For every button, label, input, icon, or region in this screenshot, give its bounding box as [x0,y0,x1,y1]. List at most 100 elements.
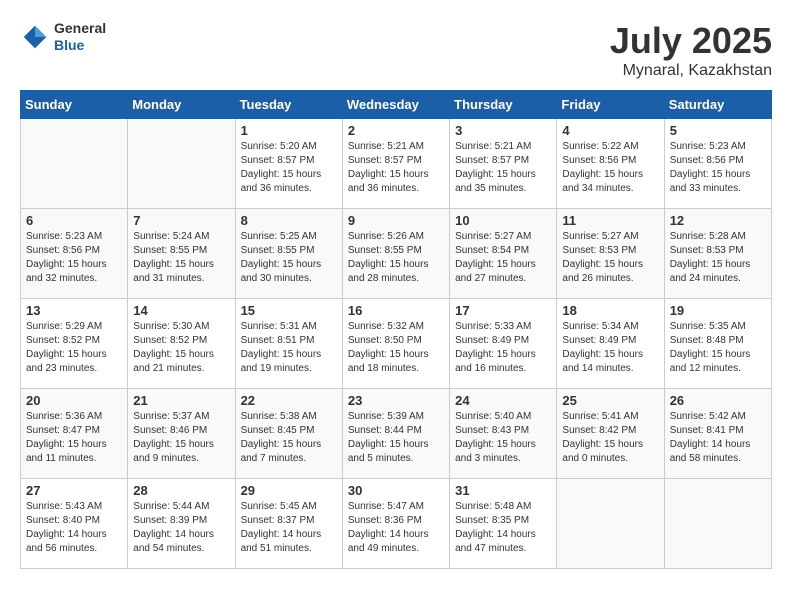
day-info: Sunrise: 5:27 AMSunset: 8:53 PMDaylight:… [562,230,658,286]
day-number: 28 [133,483,229,498]
day-of-week-header: Monday [128,91,235,119]
day-number: 25 [562,393,658,408]
calendar-week-row: 27 Sunrise: 5:43 AMSunset: 8:40 PMDayligh… [21,479,772,569]
calendar-day-cell: 11 Sunrise: 5:27 AMSunset: 8:53 PMDayligh… [557,209,664,299]
calendar-day-cell [21,119,128,209]
day-info: Sunrise: 5:45 AMSunset: 8:37 PMDaylight:… [241,500,337,556]
day-number: 13 [26,303,122,318]
day-info: Sunrise: 5:28 AMSunset: 8:53 PMDaylight:… [670,230,766,286]
calendar-day-cell: 4 Sunrise: 5:22 AMSunset: 8:56 PMDaylight… [557,119,664,209]
calendar-week-row: 13 Sunrise: 5:29 AMSunset: 8:52 PMDayligh… [21,299,772,389]
logo-general-text: General [54,20,106,37]
calendar-day-cell: 25 Sunrise: 5:41 AMSunset: 8:42 PMDayligh… [557,389,664,479]
calendar-day-cell: 30Sunrise: 5:47 AMSunset: 8:36 PMDayligh… [342,479,449,569]
day-number: 21 [133,393,229,408]
day-of-week-header: Thursday [450,91,557,119]
day-number: 9 [348,213,444,228]
calendar-day-cell: 20 Sunrise: 5:36 AMSunset: 8:47 PMDayligh… [21,389,128,479]
calendar-day-cell [128,119,235,209]
calendar-day-cell: 24 Sunrise: 5:40 AMSunset: 8:43 PMDayligh… [450,389,557,479]
calendar-day-cell: 1 Sunrise: 5:20 AMSunset: 8:57 PMDaylight… [235,119,342,209]
day-of-week-header: Tuesday [235,91,342,119]
day-number: 10 [455,213,551,228]
calendar-day-cell: 21 Sunrise: 5:37 AMSunset: 8:46 PMDayligh… [128,389,235,479]
day-info: Sunrise: 5:23 AMSunset: 8:56 PMDaylight:… [670,140,766,196]
logo-text: General Blue [54,20,106,54]
calendar-day-cell: 2 Sunrise: 5:21 AMSunset: 8:57 PMDaylight… [342,119,449,209]
day-number: 3 [455,123,551,138]
month-title: July 2025 [610,20,772,62]
day-info: Sunrise: 5:41 AMSunset: 8:42 PMDaylight:… [562,410,658,466]
calendar-week-row: 20 Sunrise: 5:36 AMSunset: 8:47 PMDayligh… [21,389,772,479]
day-info: Sunrise: 5:29 AMSunset: 8:52 PMDaylight:… [26,320,122,376]
calendar-day-cell: 10 Sunrise: 5:27 AMSunset: 8:54 PMDayligh… [450,209,557,299]
calendar-day-cell: 17Sunrise: 5:33 AMSunset: 8:49 PMDayligh… [450,299,557,389]
day-number: 8 [241,213,337,228]
calendar-day-cell: 31 Sunrise: 5:48 AMSunset: 8:35 PMDayligh… [450,479,557,569]
day-of-week-header: Wednesday [342,91,449,119]
day-info: Sunrise: 5:40 AMSunset: 8:43 PMDaylight:… [455,410,551,466]
day-info: Sunrise: 5:38 AMSunset: 8:45 PMDaylight:… [241,410,337,466]
day-info: Sunrise: 5:27 AMSunset: 8:54 PMDaylight:… [455,230,551,286]
calendar-day-cell: 19Sunrise: 5:35 AMSunset: 8:48 PMDayligh… [664,299,771,389]
day-number: 29 [241,483,337,498]
day-number: 5 [670,123,766,138]
day-info: Sunrise: 5:34 AMSunset: 8:49 PMDaylight:… [562,320,658,376]
calendar-day-cell: 7 Sunrise: 5:24 AMSunset: 8:55 PMDaylight… [128,209,235,299]
calendar-day-cell: 5 Sunrise: 5:23 AMSunset: 8:56 PMDaylight… [664,119,771,209]
calendar-day-cell: 3Sunrise: 5:21 AMSunset: 8:57 PMDaylight… [450,119,557,209]
day-number: 20 [26,393,122,408]
day-number: 24 [455,393,551,408]
day-number: 18 [562,303,658,318]
day-number: 15 [241,303,337,318]
calendar-day-cell: 9Sunrise: 5:26 AMSunset: 8:55 PMDaylight… [342,209,449,299]
day-info: Sunrise: 5:37 AMSunset: 8:46 PMDaylight:… [133,410,229,466]
day-number: 6 [26,213,122,228]
day-number: 1 [241,123,337,138]
calendar-day-cell: 6 Sunrise: 5:23 AMSunset: 8:56 PMDaylight… [21,209,128,299]
day-number: 26 [670,393,766,408]
calendar-day-cell: 22 Sunrise: 5:38 AMSunset: 8:45 PMDayligh… [235,389,342,479]
calendar-day-cell: 23 Sunrise: 5:39 AMSunset: 8:44 PMDayligh… [342,389,449,479]
day-number: 11 [562,213,658,228]
day-number: 7 [133,213,229,228]
day-info: Sunrise: 5:36 AMSunset: 8:47 PMDaylight:… [26,410,122,466]
day-number: 4 [562,123,658,138]
calendar-day-cell: 16Sunrise: 5:32 AMSunset: 8:50 PMDayligh… [342,299,449,389]
day-number: 31 [455,483,551,498]
day-info: Sunrise: 5:25 AMSunset: 8:55 PMDaylight:… [241,230,337,286]
day-info: Sunrise: 5:35 AMSunset: 8:48 PMDaylight:… [670,320,766,376]
day-info: Sunrise: 5:42 AMSunset: 8:41 PMDaylight:… [670,410,766,466]
calendar-week-row: 6 Sunrise: 5:23 AMSunset: 8:56 PMDaylight… [21,209,772,299]
day-info: Sunrise: 5:43 AMSunset: 8:40 PMDaylight:… [26,500,122,556]
day-info: Sunrise: 5:33 AMSunset: 8:49 PMDaylight:… [455,320,551,376]
day-info: Sunrise: 5:30 AMSunset: 8:52 PMDaylight:… [133,320,229,376]
calendar-day-cell: 18 Sunrise: 5:34 AMSunset: 8:49 PMDayligh… [557,299,664,389]
day-info: Sunrise: 5:23 AMSunset: 8:56 PMDaylight:… [26,230,122,286]
day-number: 23 [348,393,444,408]
day-info: Sunrise: 5:22 AMSunset: 8:56 PMDaylight:… [562,140,658,196]
calendar-day-cell [664,479,771,569]
day-number: 14 [133,303,229,318]
day-of-week-header: Sunday [21,91,128,119]
day-info: Sunrise: 5:20 AMSunset: 8:57 PMDaylight:… [241,140,337,196]
calendar-day-cell: 14 Sunrise: 5:30 AMSunset: 8:52 PMDayligh… [128,299,235,389]
logo-icon [20,22,50,52]
day-number: 12 [670,213,766,228]
day-info: Sunrise: 5:21 AMSunset: 8:57 PMDaylight:… [348,140,444,196]
day-info: Sunrise: 5:24 AMSunset: 8:55 PMDaylight:… [133,230,229,286]
calendar-day-cell: 27 Sunrise: 5:43 AMSunset: 8:40 PMDayligh… [21,479,128,569]
page-header: General Blue July 2025 Mynaral, Kazakhst… [20,20,772,80]
day-info: Sunrise: 5:39 AMSunset: 8:44 PMDaylight:… [348,410,444,466]
day-info: Sunrise: 5:47 AMSunset: 8:36 PMDaylight:… [348,500,444,556]
day-number: 27 [26,483,122,498]
logo-blue-text: Blue [54,37,106,54]
calendar-day-cell: 26 Sunrise: 5:42 AMSunset: 8:41 PMDayligh… [664,389,771,479]
day-number: 22 [241,393,337,408]
day-info: Sunrise: 5:31 AMSunset: 8:51 PMDaylight:… [241,320,337,376]
day-info: Sunrise: 5:48 AMSunset: 8:35 PMDaylight:… [455,500,551,556]
title-block: July 2025 Mynaral, Kazakhstan [610,20,772,80]
day-number: 2 [348,123,444,138]
calendar-table: SundayMondayTuesdayWednesdayThursdayFrid… [20,90,772,569]
day-info: Sunrise: 5:44 AMSunset: 8:39 PMDaylight:… [133,500,229,556]
